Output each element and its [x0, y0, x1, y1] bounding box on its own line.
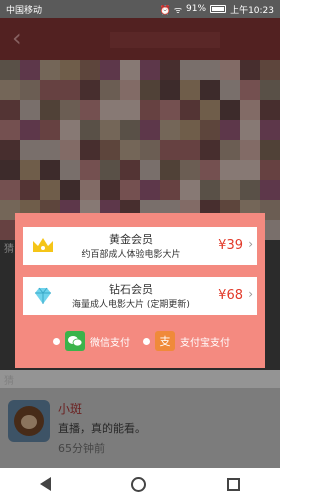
membership-dialog: 黄金会员 约百部成人体验电影大片 ¥39 › 钻石会员 海量成人电影大片 (定期…	[15, 213, 265, 368]
gold-plan-option[interactable]: 黄金会员 约百部成人体验电影大片 ¥39 ›	[23, 227, 257, 265]
wechat-pay-label: 微信支付	[90, 337, 130, 349]
wechat-pay-option[interactable]: 微信支付	[53, 330, 130, 352]
plan-subtitle: 海量成人电影大片 (定期更新)	[72, 300, 190, 310]
plan-subtitle: 约百部成人体验电影大片	[81, 250, 181, 260]
nav-home-icon[interactable]	[131, 476, 147, 492]
chevron-right-icon: ›	[248, 237, 253, 251]
wechat-icon	[65, 331, 85, 351]
nav-recent-apps-icon[interactable]	[226, 477, 240, 491]
chevron-right-icon: ›	[248, 287, 253, 301]
clock: 上午10:23	[230, 5, 274, 16]
crown-icon	[33, 238, 53, 252]
diamond-icon	[35, 287, 51, 304]
carrier-label: 中国移动	[6, 5, 43, 16]
alipay-icon: 支	[155, 331, 175, 351]
battery-percent: 91%	[186, 4, 207, 14]
plan-title: 黄金会员	[109, 233, 153, 246]
battery-icon	[210, 5, 227, 13]
radio-button[interactable]	[143, 337, 150, 345]
radio-button[interactable]	[53, 337, 60, 345]
system-navigation-bar	[0, 468, 280, 500]
plan-price: ¥39	[218, 238, 243, 253]
status-icons: ⏰ ᯤ	[159, 5, 183, 16]
nav-back-icon[interactable]	[40, 477, 52, 491]
plan-price: ¥68	[218, 288, 243, 303]
plan-title: 钻石会员	[109, 283, 153, 296]
status-bar: 中国移动 ⏰ ᯤ 91% 上午10:23	[0, 0, 280, 18]
alipay-option[interactable]: 支 支付宝支付	[143, 330, 230, 352]
diamond-plan-option[interactable]: 钻石会员 海量成人电影大片 (定期更新) ¥68 ›	[23, 277, 257, 315]
alipay-label: 支付宝支付	[180, 337, 230, 349]
